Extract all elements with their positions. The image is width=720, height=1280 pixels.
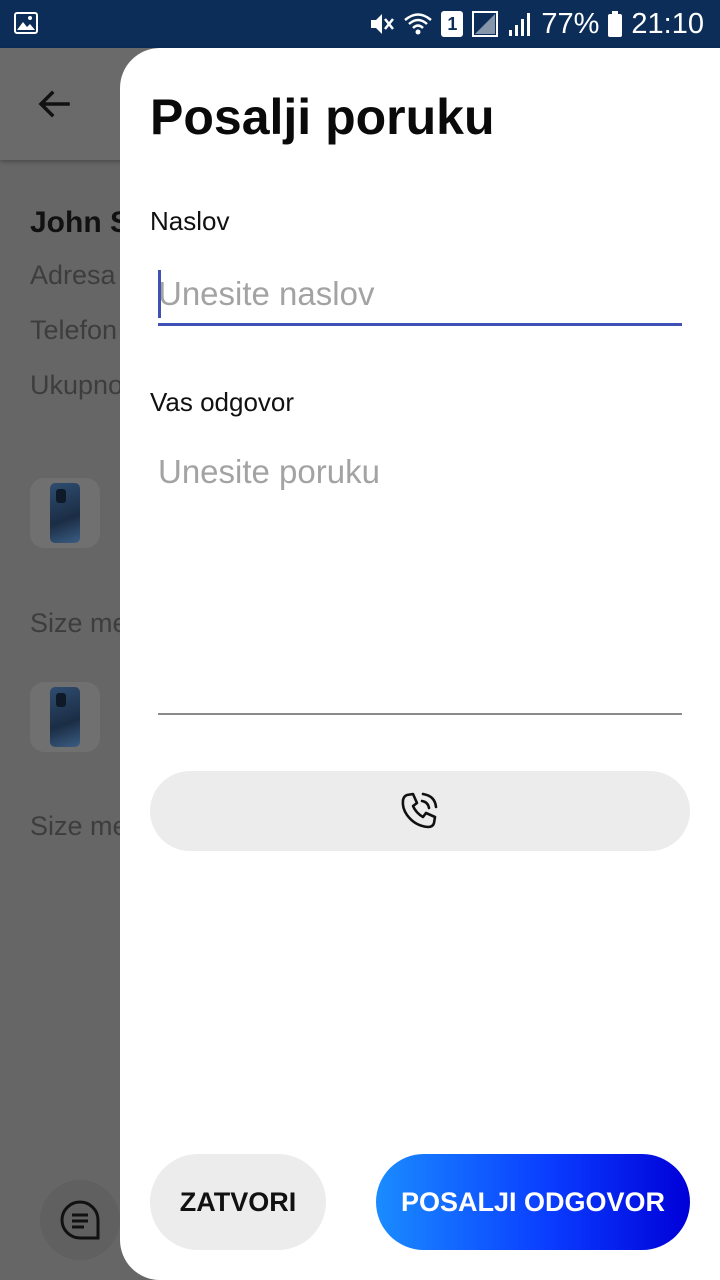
total-label: Ukupno <box>30 370 124 400</box>
product-caption: Size me <box>30 608 128 638</box>
product-thumbnail <box>30 478 100 548</box>
sim-icon: 1 <box>441 11 464 37</box>
wifi-icon <box>403 11 433 37</box>
clock: 21:10 <box>631 7 704 40</box>
subject-input[interactable] <box>158 270 682 326</box>
battery-icon <box>607 10 623 38</box>
chat-icon <box>60 1200 100 1240</box>
no-signal-icon <box>471 10 499 38</box>
back-arrow-icon[interactable] <box>36 86 72 122</box>
status-icons: 1 77% 21:10 <box>367 0 704 48</box>
send-message-sheet: Posalji poruku Naslov Vas odgovor ZATVOR… <box>120 48 720 1280</box>
status-bar: 1 77% 21:10 <box>0 0 720 48</box>
message-label: Vas odgovor <box>150 387 295 417</box>
phone-label: Telefon <box>30 315 118 345</box>
mute-icon <box>367 10 395 38</box>
phone-image <box>50 483 80 543</box>
phone-image <box>50 687 80 747</box>
chat-fab[interactable] <box>40 1180 120 1260</box>
message-input[interactable] <box>158 453 682 715</box>
signal-icon <box>507 10 533 38</box>
product-caption: Size me <box>30 811 128 841</box>
close-button[interactable]: ZATVORI <box>150 1154 326 1250</box>
sheet-title: Posalji poruku <box>150 89 495 145</box>
address-label: Adresa <box>30 260 116 290</box>
gallery-icon <box>14 12 38 34</box>
phone-call-icon <box>401 792 438 829</box>
send-reply-button[interactable]: POSALJI ODGOVOR <box>376 1154 690 1250</box>
text-caret <box>158 270 161 318</box>
subject-label: Naslov <box>150 206 230 236</box>
call-button[interactable] <box>150 771 690 851</box>
battery-percent: 77% <box>541 7 600 40</box>
customer-name: John S <box>30 206 131 239</box>
product-thumbnail <box>30 682 100 752</box>
